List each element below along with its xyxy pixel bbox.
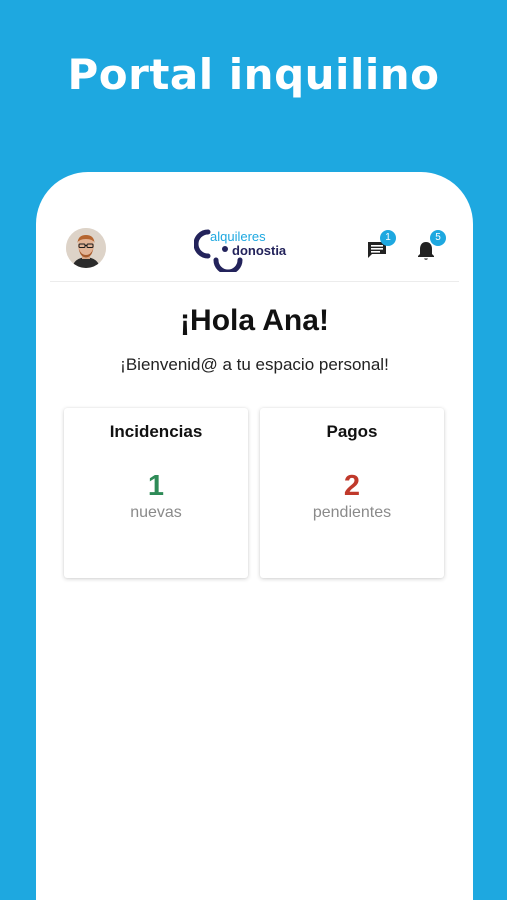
card-count: 2 <box>343 470 361 502</box>
svg-text:donostia: donostia <box>232 243 287 258</box>
promo-title: Portal inquilino <box>67 50 440 99</box>
messages-button[interactable]: 1 <box>362 230 396 262</box>
greeting-heading: ¡Hola Ana! <box>180 304 329 337</box>
brand-logo: alquileres donostia <box>194 220 304 272</box>
avatar-image <box>66 228 106 268</box>
card-title: Pagos <box>326 422 378 441</box>
card-label: nuevas <box>130 504 182 521</box>
card-count: 1 <box>147 470 165 502</box>
messages-badge: 1 <box>380 230 396 246</box>
card-label: pendientes <box>312 504 392 521</box>
phone-screen: alquileres donostia 1 5 ¡Hola Ana! ¡Bien… <box>36 172 473 900</box>
pagos-card[interactable]: Pagos 2 pendientes <box>260 408 444 578</box>
avatar[interactable] <box>66 228 106 268</box>
notifications-badge: 5 <box>430 230 446 246</box>
incidencias-card[interactable]: Incidencias 1 nuevas <box>64 408 248 578</box>
notifications-button[interactable]: 5 <box>412 230 446 262</box>
app-header: alquileres donostia 1 5 <box>50 212 459 282</box>
svg-text:alquileres: alquileres <box>210 229 266 244</box>
welcome-text: ¡Bienvenid@ a tu espacio personal! <box>120 355 389 374</box>
card-title: Incidencias <box>109 422 203 441</box>
